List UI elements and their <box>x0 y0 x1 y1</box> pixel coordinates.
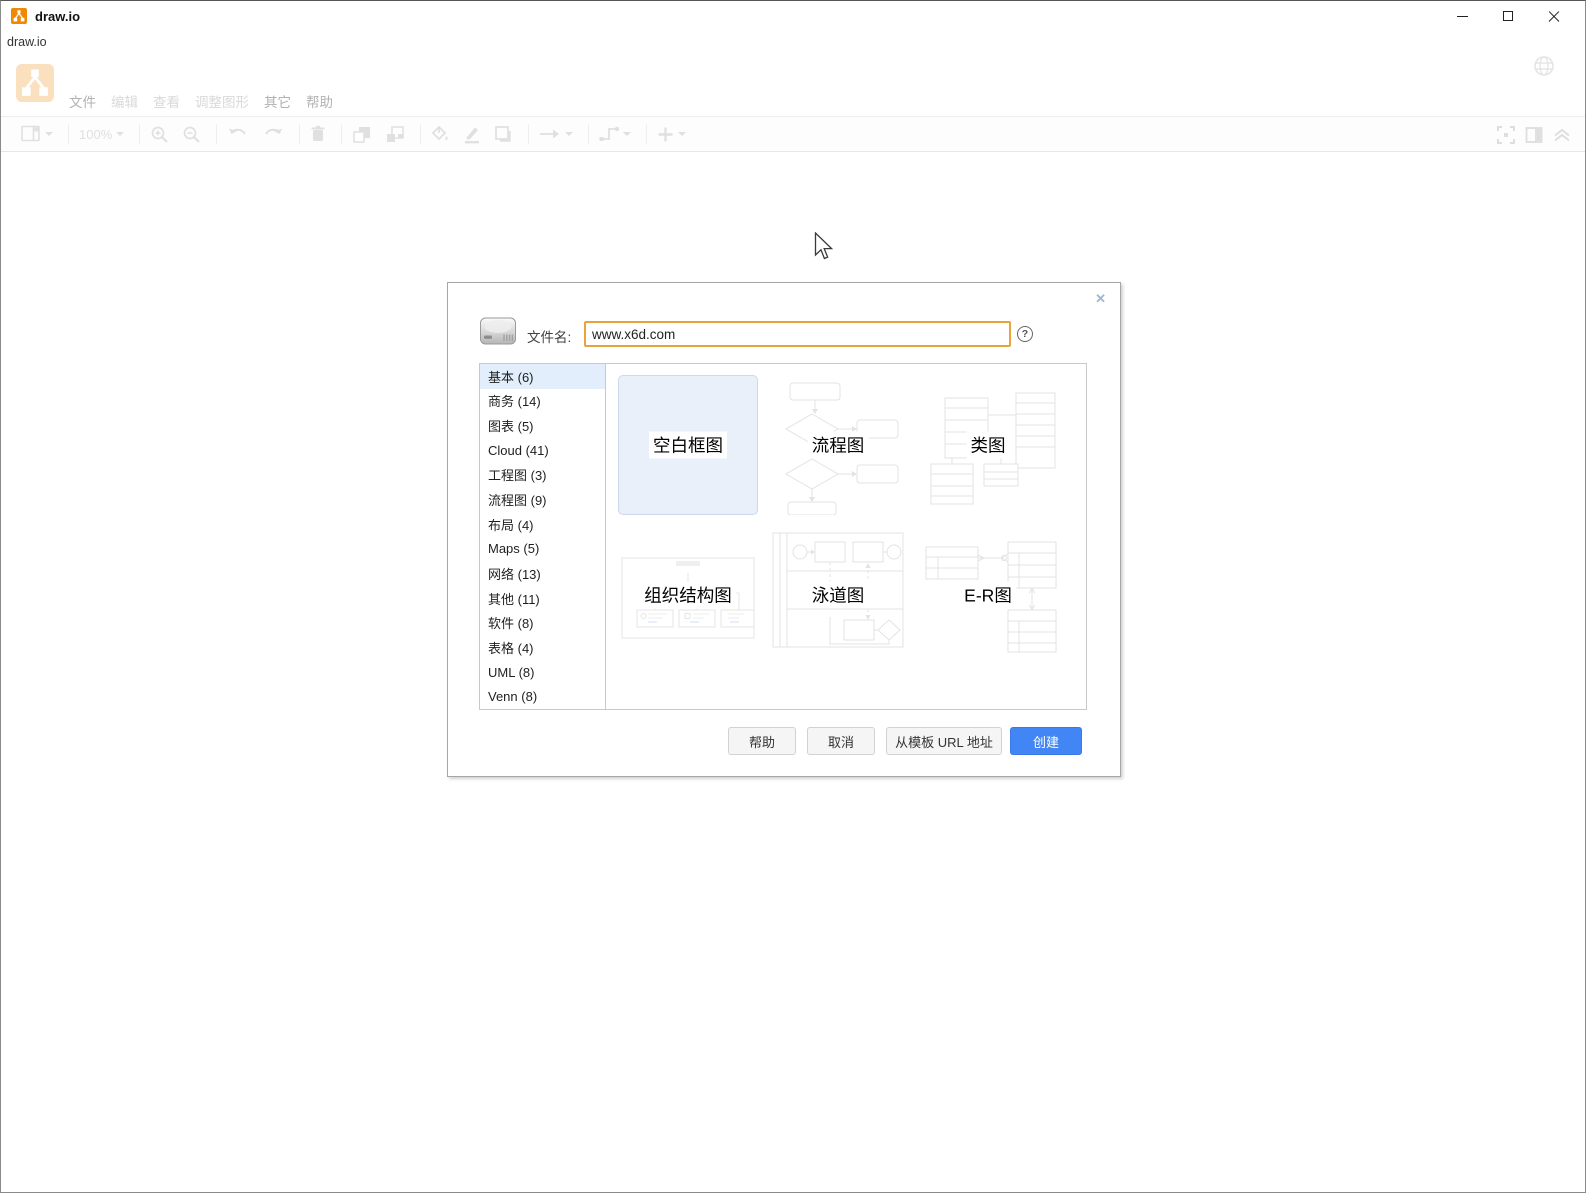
filename-label: 文件名: <box>527 330 572 345</box>
dialog-close-icon[interactable]: ✕ <box>1095 291 1106 307</box>
maximize-button[interactable] <box>1485 1 1531 31</box>
waypoint-style-dropdown[interactable] <box>599 126 632 142</box>
toolbar: 100% <box>1 116 1585 152</box>
diagram-outline-dropdown[interactable] <box>21 125 53 143</box>
chevron-down-icon <box>116 132 125 136</box>
window-title: draw.io <box>35 8 81 24</box>
category-list: 基本 (6) 商务 (14) 图表 (5) Cloud (41) 工程图 (3)… <box>480 364 606 709</box>
undo-button[interactable] <box>227 126 249 142</box>
template-class-diagram[interactable]: 类图 <box>918 375 1058 515</box>
collapse-toolbar-button[interactable] <box>1553 127 1571 143</box>
line-color-button[interactable] <box>463 125 481 144</box>
menu-extras[interactable]: 其它 <box>264 91 291 111</box>
chevron-down-icon <box>45 132 53 136</box>
delete-button[interactable] <box>310 125 326 143</box>
create-button[interactable]: 创建 <box>1010 727 1082 755</box>
zoom-out-button[interactable] <box>182 125 201 144</box>
titlebar: draw.io <box>1 1 1585 31</box>
chevron-down-icon <box>678 132 687 136</box>
maximize-icon <box>1503 11 1513 21</box>
menu-arrange[interactable]: 调整图形 <box>195 91 249 111</box>
category-item-tables[interactable]: 表格 (4) <box>480 635 605 660</box>
fill-color-button[interactable] <box>431 125 450 144</box>
filename-input[interactable] <box>584 321 1011 347</box>
close-icon <box>1548 10 1560 22</box>
shadow-button[interactable] <box>494 125 513 144</box>
template-swimlane[interactable]: 泳道图 <box>768 525 908 665</box>
category-item-maps[interactable]: Maps (5) <box>480 536 605 561</box>
hard-drive-icon <box>480 317 516 345</box>
template-flowchart[interactable]: 流程图 <box>768 375 908 515</box>
category-item-charts[interactable]: 图表 (5) <box>480 413 605 438</box>
close-button[interactable] <box>1531 1 1577 31</box>
menu-bar: 文件 编辑 查看 调整图形 其它 帮助 <box>69 91 333 111</box>
category-item-business[interactable]: 商务 (14) <box>480 389 605 414</box>
chevron-down-icon <box>565 132 574 136</box>
category-item-other[interactable]: 其他 (11) <box>480 586 605 611</box>
menu-edit[interactable]: 编辑 <box>111 91 138 111</box>
new-file-dialog: ✕ 文件名: ? 基本 (6) 商务 (14) 图表 (5) Cloud (41… <box>447 282 1121 777</box>
help-button[interactable]: 帮助 <box>728 727 796 755</box>
app-logo-icon <box>11 8 27 24</box>
connection-style-dropdown[interactable] <box>539 128 574 140</box>
menu-help[interactable]: 帮助 <box>306 91 333 111</box>
minimize-icon <box>1456 15 1468 17</box>
category-item-network[interactable]: 网络 (13) <box>480 561 605 586</box>
template-er-diagram[interactable]: E-R图 <box>918 525 1058 665</box>
drawio-logo-icon <box>16 64 54 102</box>
app-menubar: draw.io <box>1 31 1585 53</box>
insert-dropdown[interactable] <box>657 126 687 143</box>
app-header: 文件 编辑 查看 调整图形 其它 帮助 <box>1 53 1585 116</box>
zoom-in-button[interactable] <box>150 125 169 144</box>
template-panel: 基本 (6) 商务 (14) 图表 (5) Cloud (41) 工程图 (3)… <box>479 363 1087 710</box>
fullscreen-button[interactable] <box>1497 126 1515 144</box>
redo-button[interactable] <box>262 126 284 142</box>
language-globe-icon[interactable] <box>1533 55 1555 77</box>
zoom-level-dropdown[interactable]: 100% <box>79 127 125 142</box>
help-icon[interactable]: ? <box>1017 326 1033 342</box>
cancel-button[interactable]: 取消 <box>807 727 875 755</box>
category-item-engineering[interactable]: 工程图 (3) <box>480 463 605 488</box>
menu-file[interactable]: 文件 <box>69 91 96 111</box>
menubar-app-menu[interactable]: draw.io <box>7 35 47 49</box>
category-item-software[interactable]: 软件 (8) <box>480 610 605 635</box>
category-item-venn[interactable]: Venn (8) <box>480 684 605 709</box>
to-front-button[interactable] <box>352 125 372 144</box>
minimize-button[interactable] <box>1439 1 1485 31</box>
category-item-basic[interactable]: 基本 (6) <box>480 364 605 389</box>
template-org-chart[interactable]: 组织结构图 <box>618 525 758 665</box>
to-back-button[interactable] <box>385 125 405 144</box>
category-item-cloud[interactable]: Cloud (41) <box>480 438 605 463</box>
template-grid: 空白框图 流程图 类图 组织结构图 泳道图 E-R图 <box>607 364 1086 709</box>
menu-view[interactable]: 查看 <box>153 91 180 111</box>
category-item-layout[interactable]: 布局 (4) <box>480 512 605 537</box>
template-blank-diagram[interactable]: 空白框图 <box>618 375 758 515</box>
category-item-uml[interactable]: UML (8) <box>480 660 605 685</box>
chevron-down-icon <box>623 132 632 136</box>
from-template-url-button[interactable]: 从模板 URL 地址 <box>886 727 1002 755</box>
format-panel-button[interactable] <box>1525 126 1543 144</box>
app-window: draw.io draw.io 文件 编辑 查看 调整图形 其它 帮助 100%… <box>0 0 1586 1193</box>
category-item-flowcharts[interactable]: 流程图 (9) <box>480 487 605 512</box>
